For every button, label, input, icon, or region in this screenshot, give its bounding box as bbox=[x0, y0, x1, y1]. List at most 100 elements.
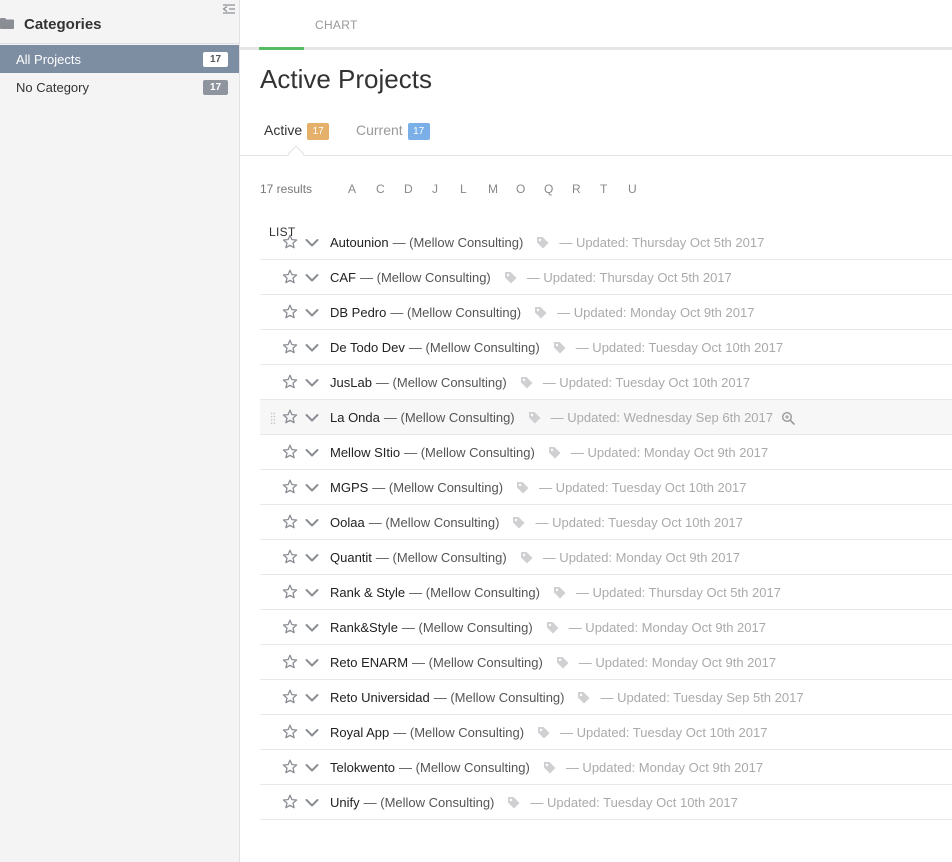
letter-filter-r[interactable]: R bbox=[572, 182, 600, 196]
drag-handle-icon[interactable] bbox=[270, 412, 276, 424]
project-row[interactable]: De Todo Dev — (Mellow Consulting) — Update… bbox=[260, 330, 952, 365]
chevron-down-icon[interactable] bbox=[305, 238, 319, 248]
project-row[interactable]: Reto Universidad — (Mellow Consulting) — U… bbox=[260, 680, 952, 715]
chevron-down-icon[interactable] bbox=[305, 273, 319, 283]
chevron-down-icon[interactable] bbox=[305, 448, 319, 458]
project-row[interactable]: CAF — (Mellow Consulting) — Updated: Thurs… bbox=[260, 260, 952, 295]
tag-icon[interactable] bbox=[516, 481, 529, 494]
chevron-down-icon[interactable] bbox=[305, 693, 319, 703]
tag-icon[interactable] bbox=[537, 726, 550, 739]
tag-icon[interactable] bbox=[553, 341, 566, 354]
project-row[interactable]: DB Pedro — (Mellow Consulting) — Updated: … bbox=[260, 295, 952, 330]
chevron-down-icon[interactable] bbox=[305, 308, 319, 318]
star-icon[interactable] bbox=[282, 794, 298, 810]
star-icon[interactable] bbox=[282, 409, 298, 425]
chevron-down-icon[interactable] bbox=[305, 553, 319, 563]
tab-chart[interactable]: CHART bbox=[315, 18, 358, 32]
star-icon[interactable] bbox=[282, 514, 298, 530]
project-name[interactable]: La Onda bbox=[330, 410, 380, 425]
star-icon[interactable] bbox=[282, 619, 298, 635]
tag-icon[interactable] bbox=[543, 761, 556, 774]
letter-filter-t[interactable]: T bbox=[600, 182, 628, 196]
chevron-down-icon[interactable] bbox=[305, 413, 319, 423]
project-name[interactable]: Rank&Style bbox=[330, 620, 398, 635]
letter-filter-u[interactable]: U bbox=[628, 182, 656, 196]
project-name[interactable]: CAF bbox=[330, 270, 356, 285]
star-icon[interactable] bbox=[282, 724, 298, 740]
project-row[interactable]: Oolaa — (Mellow Consulting) — Updated: Tue… bbox=[260, 505, 952, 540]
star-icon[interactable] bbox=[282, 479, 298, 495]
letter-filter-o[interactable]: O bbox=[516, 182, 544, 196]
project-name[interactable]: Mellow SItio bbox=[330, 445, 400, 460]
chevron-down-icon[interactable] bbox=[305, 378, 319, 388]
project-name[interactable]: MGPS bbox=[330, 480, 368, 495]
project-row[interactable]: Royal App — (Mellow Consulting) — Updated:… bbox=[260, 715, 952, 750]
project-name[interactable]: De Todo Dev bbox=[330, 340, 405, 355]
star-icon[interactable] bbox=[282, 549, 298, 565]
tag-icon[interactable] bbox=[520, 551, 533, 564]
project-row[interactable]: Rank&Style — (Mellow Consulting) — Updated… bbox=[260, 610, 952, 645]
tag-icon[interactable] bbox=[534, 306, 547, 319]
collapse-sidebar-icon[interactable] bbox=[222, 3, 236, 15]
chevron-down-icon[interactable] bbox=[305, 518, 319, 528]
star-icon[interactable] bbox=[282, 304, 298, 320]
project-row[interactable]: Reto ENARM — (Mellow Consulting) — Updated… bbox=[260, 645, 952, 680]
tab-current[interactable]: Current 17 bbox=[356, 122, 430, 140]
project-row[interactable]: Telokwento — (Mellow Consulting) — Updated… bbox=[260, 750, 952, 785]
project-row[interactable]: Mellow SItio — (Mellow Consulting) — Updat… bbox=[260, 435, 952, 470]
project-row[interactable]: Autounion — (Mellow Consulting) — Updated:… bbox=[260, 225, 952, 260]
star-icon[interactable] bbox=[282, 444, 298, 460]
category-no-category[interactable]: No Category 17 bbox=[0, 73, 239, 101]
chevron-down-icon[interactable] bbox=[305, 658, 319, 668]
star-icon[interactable] bbox=[282, 234, 298, 250]
project-name[interactable]: Reto Universidad bbox=[330, 690, 430, 705]
project-row[interactable]: JusLab — (Mellow Consulting) — Updated: Tu… bbox=[260, 365, 952, 400]
project-row[interactable]: La Onda — (Mellow Consulting) — Updated: W… bbox=[260, 400, 952, 435]
chevron-down-icon[interactable] bbox=[305, 798, 319, 808]
star-icon[interactable] bbox=[282, 654, 298, 670]
project-row[interactable]: Quantit — (Mellow Consulting) — Updated: M… bbox=[260, 540, 952, 575]
project-name[interactable]: Unify bbox=[330, 795, 360, 810]
project-row[interactable]: MGPS — (Mellow Consulting) — Updated: Tues… bbox=[260, 470, 952, 505]
project-name[interactable]: Rank & Style bbox=[330, 585, 405, 600]
project-name[interactable]: Oolaa bbox=[330, 515, 365, 530]
letter-filter-c[interactable]: C bbox=[376, 182, 404, 196]
chevron-down-icon[interactable] bbox=[305, 728, 319, 738]
letter-filter-j[interactable]: J bbox=[432, 182, 460, 196]
star-icon[interactable] bbox=[282, 374, 298, 390]
star-icon[interactable] bbox=[282, 759, 298, 775]
tag-icon[interactable] bbox=[536, 236, 549, 249]
project-name[interactable]: Quantit bbox=[330, 550, 372, 565]
tag-icon[interactable] bbox=[507, 796, 520, 809]
tab-active[interactable]: Active 17 bbox=[264, 122, 330, 140]
star-icon[interactable] bbox=[282, 339, 298, 355]
letter-filter-m[interactable]: M bbox=[488, 182, 516, 196]
project-row[interactable]: Rank & Style — (Mellow Consulting) — Updat… bbox=[260, 575, 952, 610]
chevron-down-icon[interactable] bbox=[305, 623, 319, 633]
tag-icon[interactable] bbox=[556, 656, 569, 669]
chevron-down-icon[interactable] bbox=[305, 343, 319, 353]
chevron-down-icon[interactable] bbox=[305, 763, 319, 773]
tag-icon[interactable] bbox=[546, 621, 559, 634]
tag-icon[interactable] bbox=[528, 411, 541, 424]
star-icon[interactable] bbox=[282, 689, 298, 705]
letter-filter-l[interactable]: L bbox=[460, 182, 488, 196]
project-name[interactable]: Telokwento bbox=[330, 760, 395, 775]
tag-icon[interactable] bbox=[553, 586, 566, 599]
tag-icon[interactable] bbox=[512, 516, 525, 529]
star-icon[interactable] bbox=[282, 269, 298, 285]
project-name[interactable]: Reto ENARM bbox=[330, 655, 408, 670]
project-name[interactable]: Royal App bbox=[330, 725, 389, 740]
project-row[interactable]: Unify — (Mellow Consulting) — Updated: Tue… bbox=[260, 785, 952, 820]
tag-icon[interactable] bbox=[504, 271, 517, 284]
chevron-down-icon[interactable] bbox=[305, 588, 319, 598]
tag-icon[interactable] bbox=[548, 446, 561, 459]
letter-filter-q[interactable]: Q bbox=[544, 182, 572, 196]
letter-filter-a[interactable]: A bbox=[348, 182, 376, 196]
letter-filter-d[interactable]: D bbox=[404, 182, 432, 196]
magnify-icon[interactable] bbox=[781, 411, 795, 425]
project-name[interactable]: Autounion bbox=[330, 235, 389, 250]
project-name[interactable]: DB Pedro bbox=[330, 305, 386, 320]
star-icon[interactable] bbox=[282, 584, 298, 600]
tag-icon[interactable] bbox=[520, 376, 533, 389]
